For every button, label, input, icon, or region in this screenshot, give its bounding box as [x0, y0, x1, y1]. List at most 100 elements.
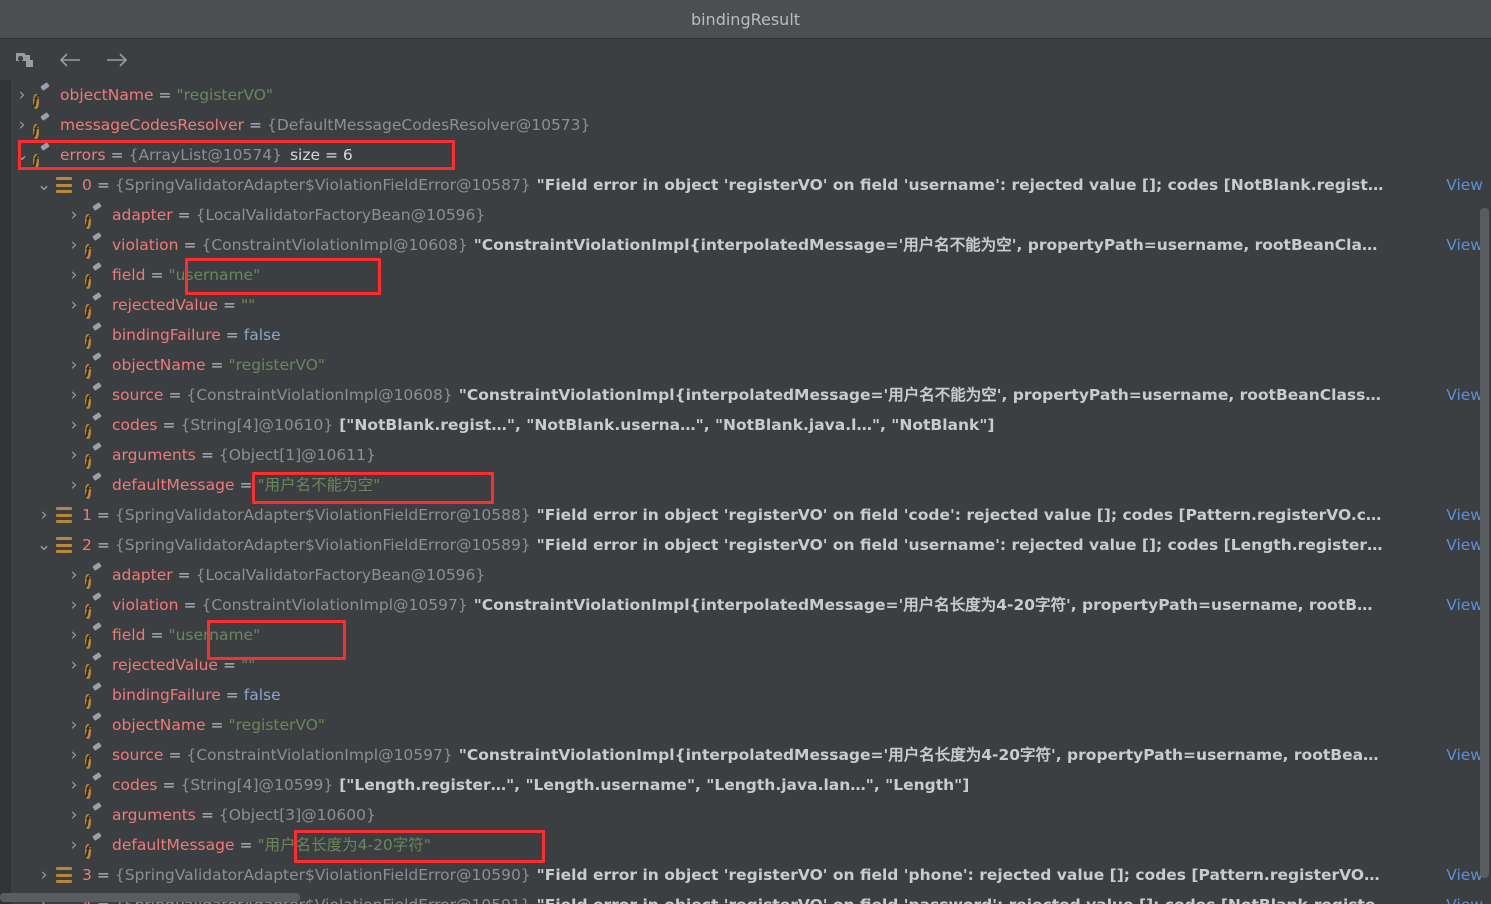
debugger-toolbar — [0, 39, 1491, 81]
window-title: bindingResult — [690, 9, 801, 29]
tostring-preview: "ConstraintViolationImpl{interpolatedMes… — [458, 386, 1381, 404]
chevron-down-icon[interactable]: ⌄ — [11, 147, 33, 164]
chevron-right-icon[interactable]: › — [63, 476, 85, 494]
tree-row-content[interactable]: › f rejectedValue = "" — [11, 650, 255, 680]
field-icon: f — [85, 664, 91, 679]
tree-row-content[interactable]: ⌄ f errors = {ArrayList@10574} size = 6 — [11, 140, 353, 170]
chevron-right-icon[interactable]: › — [11, 116, 33, 134]
tree-row-name: arguments — [112, 806, 196, 824]
view-link[interactable]: View — [1446, 590, 1483, 620]
type-reference: {ArrayList@10574} — [128, 146, 282, 164]
chevron-right-icon[interactable]: › — [63, 806, 85, 824]
tree-row: › f objectName = "registerVO" — [11, 710, 1491, 740]
chevron-right-icon[interactable]: › — [63, 656, 85, 674]
view-link[interactable]: View — [1446, 500, 1483, 530]
chevron-right-icon[interactable]: › — [63, 716, 85, 734]
chevron-right-icon[interactable]: › — [63, 266, 85, 284]
tree-row-content[interactable]: › f violation = {ConstraintViolationImpl@106… — [11, 230, 1491, 260]
tree-row-content[interactable]: › f objectName = "registerVO" — [11, 710, 325, 740]
tree-row: › f source = {ConstraintViolationImpl@10597}… — [11, 740, 1491, 770]
tree-row-content[interactable]: › f arguments = {Object[3]@10600} — [11, 800, 376, 830]
tree-row-content[interactable]: › 3 = {SpringValidatorAdapter$ViolationFiel… — [11, 860, 1491, 890]
tree-row: › f objectName = "registerVO" — [11, 350, 1491, 380]
tree-row-name: violation — [112, 596, 179, 614]
string-value: "registerVO" — [228, 356, 326, 374]
view-link[interactable]: View — [1446, 530, 1483, 560]
tree-row-name: objectName — [112, 716, 206, 734]
vertical-scrollbar[interactable] — [1479, 80, 1491, 890]
tree-row-content[interactable]: › f adapter = {LocalValidatorFactoryBean@105… — [11, 560, 485, 590]
chevron-right-icon[interactable]: › — [63, 296, 85, 314]
navigate-forward-icon[interactable] — [102, 46, 132, 74]
field-icon: f — [85, 214, 91, 229]
equals-sign: = — [168, 386, 182, 404]
equals-sign: = — [239, 476, 253, 494]
tree-row-content[interactable]: f bindingFailure = false — [11, 320, 281, 350]
tree-row-content[interactable]: ⌄ 0 = {SpringValidatorAdapter$ViolationFiel… — [11, 170, 1491, 200]
tree-row-name: bindingFailure — [112, 326, 221, 344]
chevron-right-icon[interactable]: › — [63, 446, 85, 464]
tree-row-content[interactable]: f bindingFailure = false — [11, 680, 281, 710]
tostring-preview: "Field error in object 'registerVO' on f… — [536, 176, 1384, 194]
chevron-down-icon[interactable]: ⌄ — [33, 537, 55, 554]
tree-row-content[interactable]: › f field = "username" — [11, 260, 260, 290]
tree-row-content[interactable]: › f source = {ConstraintViolationImpl@10597}… — [11, 740, 1491, 770]
tree-row-content[interactable]: › f rejectedValue = "" — [11, 290, 255, 320]
tree-row-content[interactable]: › f codes = {String[4]@10599} ["Length.regist… — [11, 770, 969, 800]
tree-row-content[interactable]: › f objectName = "registerVO" — [11, 350, 325, 380]
chevron-right-icon[interactable]: › — [63, 416, 85, 434]
view-link[interactable]: View — [1446, 170, 1483, 200]
window-titlebar: bindingResult — [0, 0, 1491, 39]
chevron-down-icon[interactable]: ⌄ — [33, 177, 55, 194]
chevron-right-icon[interactable]: › — [33, 506, 55, 524]
tree-row-content[interactable]: › 1 = {SpringValidatorAdapter$ViolationFiel… — [11, 500, 1491, 530]
chevron-right-icon[interactable]: › — [33, 866, 55, 884]
chevron-right-icon[interactable]: › — [63, 206, 85, 224]
tree-row-content[interactable]: › f adapter = {LocalValidatorFactoryBean@105… — [11, 200, 485, 230]
chevron-right-icon[interactable]: › — [63, 746, 85, 764]
view-link[interactable]: View — [1446, 380, 1483, 410]
chevron-right-icon[interactable]: › — [63, 386, 85, 404]
equals-sign: = — [210, 356, 224, 374]
tree-row-content[interactable]: › f messageCodesResolver = {DefaultMessageCo… — [11, 110, 590, 140]
chevron-right-icon[interactable]: › — [63, 566, 85, 584]
field-icon: f — [85, 484, 91, 499]
chevron-right-icon[interactable]: › — [63, 596, 85, 614]
horizontal-scrollbar-thumb[interactable] — [0, 893, 300, 902]
tree-row-content[interactable]: › f violation = {ConstraintViolationImpl@105… — [11, 590, 1491, 620]
string-value: "username" — [168, 266, 261, 284]
tree-row-name: codes — [112, 776, 158, 794]
type-reference: {String[4]@10599} — [180, 776, 334, 794]
debugger-variables-panel: › f objectName = "registerVO" › f messageCodesR… — [0, 80, 1491, 904]
type-reference: {LocalValidatorFactoryBean@10596} — [195, 206, 486, 224]
tree-row-content[interactable]: › f codes = {String[4]@10610} ["NotBlank.regi… — [11, 410, 995, 440]
tostring-preview: "ConstraintViolationImpl{interpolatedMes… — [458, 746, 1379, 764]
chevron-right-icon[interactable]: › — [63, 356, 85, 374]
chevron-right-icon[interactable]: › — [63, 836, 85, 854]
tree-row-content[interactable]: › f defaultMessage = "用户名长度为4-20字符" — [11, 830, 431, 860]
equals-sign: = — [177, 566, 191, 584]
tree-row-name: arguments — [112, 446, 196, 464]
view-link[interactable]: View — [1446, 740, 1483, 770]
view-link[interactable]: View — [1446, 860, 1483, 890]
chevron-right-icon[interactable]: › — [63, 236, 85, 254]
variables-tree[interactable]: › f objectName = "registerVO" › f messageCodesR… — [11, 80, 1491, 904]
chevron-right-icon[interactable]: › — [63, 626, 85, 644]
tree-row-content[interactable]: ⌄ 2 = {SpringValidatorAdapter$ViolationFiel… — [11, 530, 1491, 560]
view-link[interactable]: View — [1446, 230, 1483, 260]
vertical-scrollbar-thumb[interactable] — [1480, 208, 1489, 878]
show-object-popup-icon[interactable] — [10, 46, 40, 74]
horizontal-scrollbar[interactable] — [0, 892, 1479, 904]
boolean-value: false — [243, 686, 281, 704]
chevron-right-icon[interactable]: › — [11, 86, 33, 104]
chevron-right-icon[interactable]: › — [63, 776, 85, 794]
tree-row-content[interactable]: › f defaultMessage = "用户名不能为空" — [11, 470, 380, 500]
field-icon: f — [85, 604, 91, 619]
navigate-back-icon[interactable] — [56, 46, 86, 74]
tree-row: ⌄ 2 = {SpringValidatorAdapter$ViolationFiel… — [11, 530, 1491, 560]
tree-row-content[interactable]: › f source = {ConstraintViolationImpl@10608}… — [11, 380, 1491, 410]
tree-row-content[interactable]: › f arguments = {Object[1]@10611} — [11, 440, 376, 470]
tree-row-content[interactable]: › f field = "username" — [11, 620, 260, 650]
tree-row-name: codes — [112, 416, 158, 434]
tree-row-content[interactable]: › f objectName = "registerVO" — [11, 80, 273, 110]
